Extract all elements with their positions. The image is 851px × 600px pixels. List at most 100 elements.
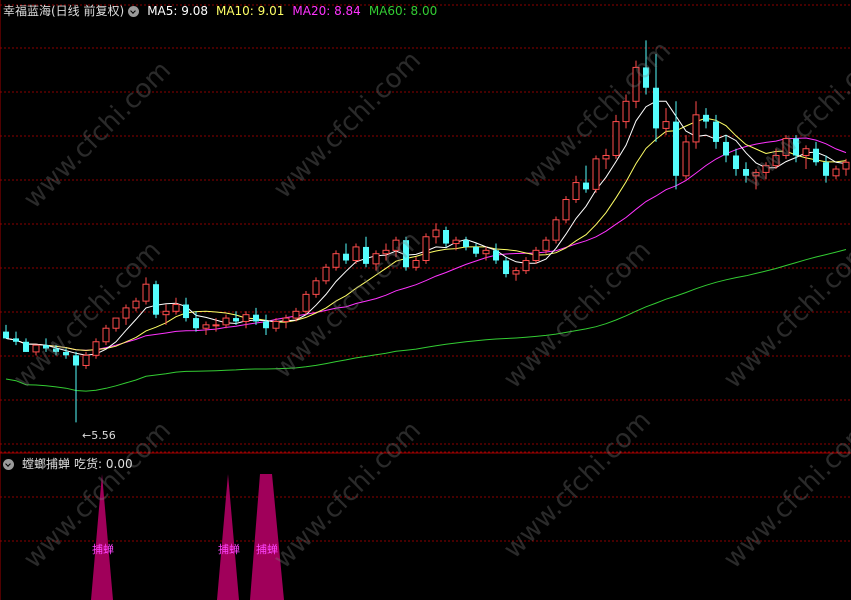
indicator-name: 螳螂捕蝉 (22, 457, 71, 471)
candle-body (53, 348, 59, 352)
candle-body (233, 318, 239, 322)
candle-body (752, 171, 760, 177)
candle-body (73, 355, 79, 366)
ma60-label: MA60: 8.00 (368, 4, 438, 18)
candle-body (92, 341, 100, 356)
candle-body (132, 300, 140, 309)
candle-body (432, 229, 440, 238)
candle-body (43, 345, 49, 349)
candle-body (343, 253, 349, 261)
ma5-line (5, 100, 847, 356)
candle-body (193, 318, 199, 329)
candle-body (403, 240, 409, 268)
candle-body (302, 293, 310, 312)
candle-body (662, 121, 670, 129)
candle-body (32, 344, 40, 353)
signal-label: 捕蝉 (92, 542, 114, 556)
candle-body (733, 155, 739, 170)
ma5-label: MA5: 9.08 (147, 4, 208, 18)
signal-bars: 捕蝉 捕蝉 捕蝉 (91, 474, 284, 600)
signal-triangle (91, 474, 113, 600)
candle-body (242, 314, 250, 322)
candle-body (183, 304, 189, 319)
candle-body (162, 310, 170, 316)
candle-body (253, 314, 259, 322)
candle-body (602, 154, 610, 160)
candle-body (122, 307, 130, 319)
candle-body (612, 121, 620, 156)
signal-label: 捕蝉 (218, 542, 240, 556)
candle-body (813, 148, 819, 163)
candle-body (772, 154, 780, 167)
candles (3, 40, 850, 423)
candle-body (23, 341, 29, 352)
low-price-marker: ←5.56 (82, 429, 116, 442)
candle-body (823, 162, 829, 176)
signal-label: 捕蝉 (256, 542, 278, 556)
kline-chart: 捕蝉 捕蝉 捕蝉 (0, 0, 851, 600)
candle-body (102, 327, 110, 343)
candle-body (583, 182, 589, 190)
candle-body (493, 250, 499, 261)
candle-body (503, 260, 509, 275)
candle-body (312, 280, 320, 295)
candle-body (653, 87, 659, 129)
ma20-label: MA20: 8.84 (292, 4, 361, 18)
candle-body (542, 239, 550, 251)
grid-lines (0, 0, 851, 600)
candle-body (622, 100, 630, 123)
indicator-circle-icon[interactable] (3, 458, 14, 470)
candle-body (692, 114, 700, 143)
candle-body (802, 148, 810, 156)
candle-body (422, 236, 430, 261)
candle-body (782, 138, 790, 156)
ma10-label: MA10: 9.01 (215, 4, 285, 18)
candle-body (452, 239, 460, 245)
candle-body (412, 259, 420, 268)
ma60-line (5, 249, 847, 392)
candle-body (382, 249, 390, 255)
candle-body (572, 182, 580, 201)
candle-body (112, 317, 120, 329)
sub-header: 螳螂捕蝉 吃货: 0.00 (3, 456, 141, 472)
candle-body (562, 199, 570, 221)
candle-body (632, 66, 640, 102)
main-header: 幸福蓝海(日线 前复权) MA5: 9.08 MA10: 9.01 MA20: … (3, 3, 445, 19)
indicator-value: 吃货: 0.00 (74, 457, 133, 471)
candle-body (142, 283, 150, 302)
candle-body (482, 249, 490, 255)
candle-body (212, 324, 220, 327)
candle-body (552, 219, 560, 241)
candle-body (762, 165, 770, 173)
candle-body (82, 354, 90, 366)
candle-body (292, 310, 300, 319)
candle-body (463, 240, 469, 247)
candle-body (682, 141, 690, 177)
candle-body (673, 121, 679, 176)
candle-body (512, 270, 520, 275)
candle-body (352, 246, 360, 261)
candle-body (272, 320, 280, 329)
candle-body (202, 324, 210, 329)
settings-circle-icon[interactable] (128, 5, 140, 17)
signal-triangle (250, 474, 284, 600)
candle-body (522, 259, 530, 272)
candle-body (392, 239, 400, 251)
candle-body (473, 246, 479, 254)
candle-body (832, 168, 840, 177)
candle-body (263, 321, 269, 329)
candle-body (282, 317, 290, 322)
candle-body (793, 138, 799, 156)
candle-body (372, 253, 380, 265)
stock-title: 幸福蓝海(日线 前复权) (3, 4, 125, 18)
candle-body (443, 230, 449, 244)
candle-body (703, 114, 709, 122)
signal-triangle (217, 474, 239, 600)
candle-body (322, 266, 330, 282)
candle-body (3, 331, 9, 339)
arrow-left-icon: ← (82, 429, 92, 442)
candle-body (842, 161, 850, 170)
candle-body (222, 317, 230, 326)
candle-body (592, 158, 600, 190)
candle-body (743, 169, 749, 176)
